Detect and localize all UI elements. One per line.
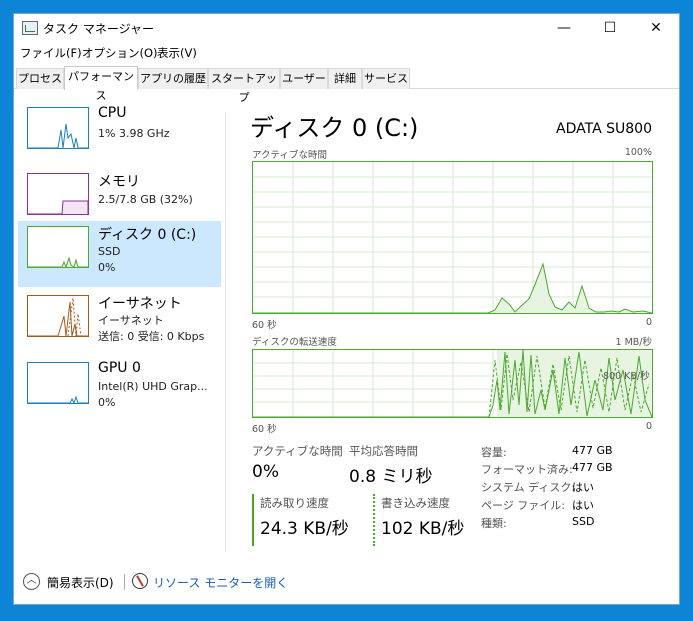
open-resource-monitor-link[interactable]: リソース モニターを開く <box>153 574 288 591</box>
read-speed-label: 読み取り速度 <box>260 496 329 510</box>
tab-users[interactable]: ユーザー <box>280 68 328 89</box>
tab-services[interactable]: サービス <box>362 68 410 89</box>
page-file-label: ページ ファイル: <box>481 499 565 512</box>
sidebar-title: CPU <box>98 105 127 121</box>
task-manager-window: タスク マネージャー — ☐ ✕ ファイル(F) オプション(O) 表示(V) … <box>13 13 680 605</box>
window-title: タスク マネージャー <box>43 22 154 36</box>
tab-startup[interactable]: スタートアップ <box>208 68 280 104</box>
response-time-label: 平均応答時間 <box>349 444 418 458</box>
panel-divider <box>225 112 226 552</box>
sidebar-sub: SSD <box>98 245 121 258</box>
tab-processes[interactable]: プロセス <box>16 68 64 89</box>
sidebar-title: メモリ <box>98 174 140 190</box>
tab-details[interactable]: 詳細 <box>328 68 362 89</box>
write-speed-label: 書き込み速度 <box>381 496 450 510</box>
active-time-label: アクティブな時間 <box>252 444 343 458</box>
write-speed-value: 102 KB/秒 <box>381 519 465 539</box>
minimize-button[interactable]: — <box>541 14 587 42</box>
sidebar-item-cpu[interactable]: CPU 1% 3.98 GHz <box>18 102 221 166</box>
footer-bar: ︿ 簡易表示(D) リソース モニターを開く <box>14 564 679 604</box>
active-time-chart-label: アクティブな時間 <box>252 150 327 161</box>
menu-options[interactable]: オプション(O) <box>82 45 158 61</box>
task-manager-app-icon <box>22 21 38 35</box>
disk-model: ADATA SU800 <box>556 121 652 137</box>
response-time-value: 0.8 ミリ秒 <box>349 467 433 487</box>
sidebar-title: イーサネット <box>98 296 182 312</box>
capacity-value: 477 GB <box>572 444 613 457</box>
page-file-value: はい <box>572 499 594 512</box>
footer-divider <box>124 574 125 590</box>
read-speed-value: 24.3 KB/秒 <box>260 519 349 539</box>
active-time-value: 0% <box>252 462 279 482</box>
read-rate-indicator <box>252 494 254 546</box>
disk-type-value: SSD <box>572 515 595 528</box>
close-button[interactable]: ✕ <box>633 14 679 42</box>
resource-monitor-icon[interactable] <box>132 573 148 589</box>
sidebar-item-disk[interactable]: ディスク 0 (C:) SSD 0% <box>18 221 221 287</box>
sidebar-sub: 1% 3.98 GHz <box>98 127 170 140</box>
active-time-chart <box>252 161 653 314</box>
sidebar-sub: Intel(R) UHD Grap... <box>98 380 208 393</box>
transfer-rate-chart: 800 KB/秒 <box>252 349 653 418</box>
menu-view[interactable]: 表示(V) <box>157 45 197 61</box>
gpu-graph-icon <box>27 362 89 404</box>
transfer-rate-secondary-scale: 800 KB/秒 <box>603 371 650 382</box>
tab-app-history[interactable]: アプリの履歴 <box>138 68 208 89</box>
transfer-rate-chart-timespan: 60 秒 <box>252 424 277 435</box>
tab-performance[interactable]: パフォーマンス <box>64 66 138 102</box>
chevron-up-icon[interactable]: ︿ <box>23 573 40 590</box>
ethernet-graph-icon <box>27 295 89 337</box>
title-bar[interactable]: タスク マネージャー — ☐ ✕ <box>14 14 679 42</box>
menu-bar: ファイル(F) オプション(O) 表示(V) <box>14 42 679 64</box>
transfer-rate-chart-max: 1 MB/秒 <box>615 337 652 348</box>
active-time-chart-min: 0 <box>646 317 653 328</box>
sidebar-item-ethernet[interactable]: イーサネット イーサネット 送信: 0 受信: 0 Kbps <box>18 290 221 354</box>
sidebar-sub: 送信: 0 受信: 0 Kbps <box>98 330 205 343</box>
memory-graph-icon <box>27 173 89 215</box>
system-disk-value: はい <box>572 481 594 494</box>
page-title: ディスク 0 (C:) <box>250 114 419 142</box>
system-disk-label: システム ディスク: <box>481 481 576 494</box>
disk-type-label: 種類: <box>481 517 507 530</box>
capacity-label: 容量: <box>481 446 507 459</box>
transfer-rate-chart-label: ディスクの転送速度 <box>252 337 337 348</box>
fewer-details-button[interactable]: 簡易表示(D) <box>47 574 114 591</box>
menu-file[interactable]: ファイル(F) <box>20 45 82 61</box>
sidebar-title: GPU 0 <box>98 360 141 376</box>
sidebar-title: ディスク 0 (C:) <box>98 227 197 243</box>
sidebar-sub: 0% <box>98 261 116 274</box>
sidebar-sub: イーサネット <box>98 314 164 327</box>
sidebar-sub: 2.5/7.8 GB (32%) <box>98 193 193 206</box>
formatted-label: フォーマット済み: <box>481 463 573 476</box>
cpu-graph-icon <box>27 107 89 149</box>
sidebar-sub: 0% <box>98 396 116 409</box>
write-rate-indicator <box>373 494 375 546</box>
sidebar-item-gpu[interactable]: GPU 0 Intel(R) UHD Grap... 0% <box>18 357 221 421</box>
tab-bar: プロセス パフォーマンス アプリの履歴 スタートアップ ユーザー 詳細 サービス <box>14 66 679 104</box>
maximize-button[interactable]: ☐ <box>587 14 633 42</box>
disk-graph-icon <box>27 226 89 268</box>
active-time-chart-max: 100% <box>624 147 652 158</box>
transfer-rate-chart-min: 0 <box>646 421 653 432</box>
active-time-chart-timespan: 60 秒 <box>252 320 277 331</box>
formatted-value: 477 GB <box>572 461 613 474</box>
